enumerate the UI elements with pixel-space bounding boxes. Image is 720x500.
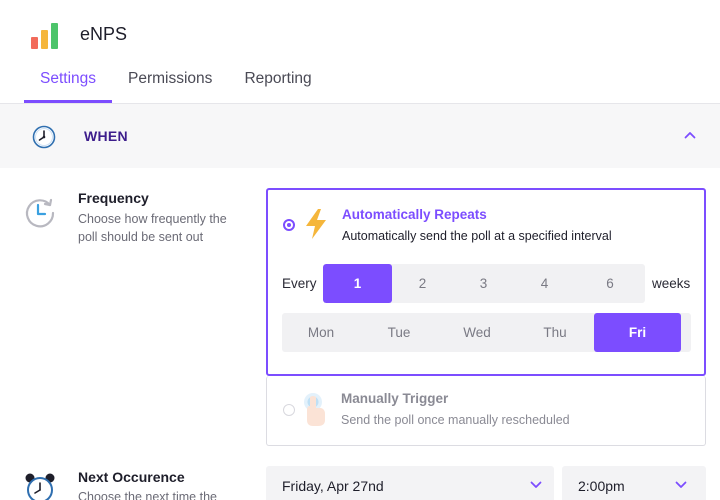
clock-icon [32,125,56,149]
every-label: Every [282,276,317,291]
lightning-icon [306,209,326,239]
auto-repeat-description: Automatically send the poll at a specifi… [342,229,612,243]
time-value: 2:00pm [578,478,625,494]
auto-repeat-option[interactable]: Automatically Repeats Automatically send… [266,188,706,376]
day-option[interactable]: Thu [516,313,594,352]
when-section-header[interactable]: WHEN [0,104,720,168]
logo-bar-yellow [41,30,48,49]
date-dropdown[interactable]: Friday, Apr 27nd [266,466,554,500]
tap-hand-icon [304,393,325,426]
time-dropdown[interactable]: 2:00pm [562,466,706,500]
interval-selector: 1 2 3 4 6 [323,264,645,303]
auto-repeat-title: Automatically Repeats [342,207,487,222]
repeat-clock-icon [25,198,55,228]
interval-option[interactable]: 6 [575,264,645,303]
manual-trigger-option[interactable]: Manually Trigger Send the poll once manu… [266,376,706,446]
date-value: Friday, Apr 27nd [282,478,384,494]
chevron-down-icon [530,481,542,488]
auto-repeat-radio[interactable] [283,219,295,231]
section-title: WHEN [84,128,128,144]
enps-logo [31,23,65,49]
logo-bar-red [31,37,38,49]
frequency-label: Frequency [78,190,149,206]
frequency-description: Choose how frequently the poll should be… [78,212,227,244]
day-option[interactable]: Fri [594,313,681,352]
manual-trigger-title: Manually Trigger [341,391,449,406]
next-occurrence-label: Next Occurence [78,469,185,485]
manual-trigger-radio[interactable] [283,404,295,416]
tab-settings[interactable]: Settings [24,60,113,103]
day-selector: Mon Tue Wed Thu Fri [282,313,691,352]
logo-bar-green [51,23,58,49]
chevron-down-icon [675,481,687,488]
tab-permissions[interactable]: Permissions [112,60,228,103]
manual-trigger-description: Send the poll once manually rescheduled [341,413,570,427]
interval-option[interactable]: 4 [514,264,575,303]
chevron-up-icon[interactable] [684,131,696,139]
app-title: eNPS [80,24,128,44]
interval-option[interactable]: 1 [323,264,392,303]
day-option[interactable]: Mon [282,313,360,352]
tab-reporting[interactable]: Reporting [228,60,327,103]
next-occurrence-description: Choose the next time the [78,490,217,500]
app-header: eNPS Settings Permissions Reporting [0,0,720,104]
day-option[interactable]: Tue [360,313,438,352]
interval-unit-label: weeks [652,276,691,291]
interval-option[interactable]: 2 [392,264,453,303]
day-option[interactable]: Wed [438,313,516,352]
tab-bar: Settings Permissions Reporting [24,60,328,103]
interval-option[interactable]: 3 [453,264,514,303]
alarm-clock-icon [25,473,55,500]
